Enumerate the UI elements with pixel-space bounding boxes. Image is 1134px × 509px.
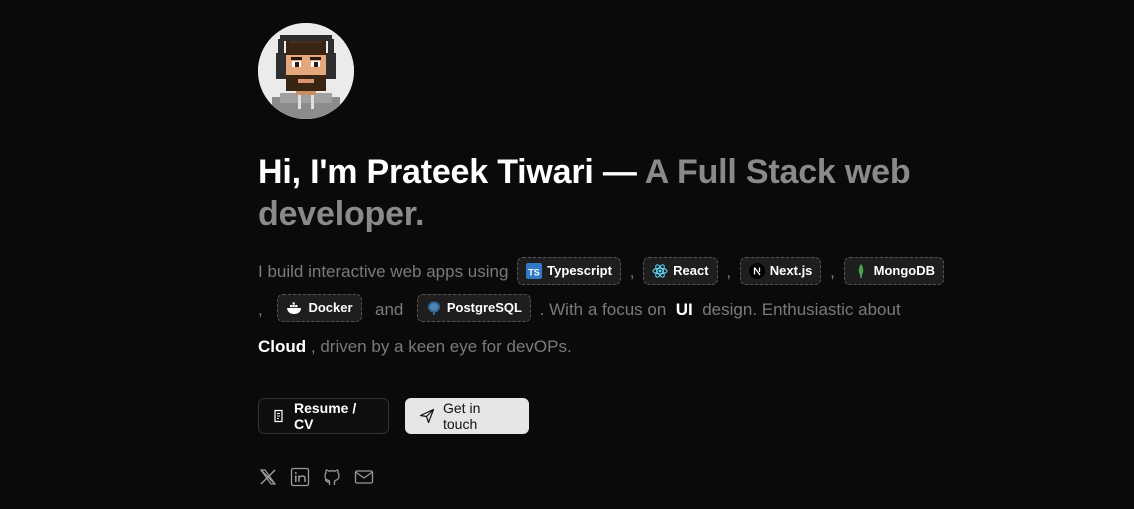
bio-ending: , driven by a keen eye for devOPs.	[310, 337, 572, 356]
nextjs-icon	[748, 262, 765, 279]
document-icon	[274, 409, 283, 422]
tech-chip-nextjs[interactable]: Next.js	[739, 256, 822, 285]
bio-focus-post: design. Enthusiastic about	[702, 299, 901, 319]
react-icon	[652, 263, 668, 278]
separator-comma: ,	[629, 262, 635, 281]
resume-button-label: Resume / CV	[294, 399, 357, 432]
bio-paragraph: I build interactive web apps using TS Ty…	[258, 253, 968, 366]
separator-and: and	[375, 299, 404, 319]
separator-comma: ,	[726, 262, 732, 281]
tech-chip-postgresql[interactable]: PostgreSQL	[416, 294, 531, 323]
tech-chip-mongodb[interactable]: MongoDB	[843, 256, 944, 285]
tech-chip-label: Typescript	[547, 262, 612, 278]
docker-icon	[287, 302, 302, 315]
postgresql-icon	[427, 301, 440, 316]
tech-chip-docker[interactable]: Docker	[277, 294, 362, 323]
bio-intro: I build interactive web apps using	[258, 262, 509, 281]
separator-comma: ,	[830, 262, 835, 281]
hero-section: Hi, I'm Prateek Tiwari — A Full Stack we…	[258, 23, 978, 487]
resume-button[interactable]: Resume / CV	[258, 397, 389, 434]
social-links	[258, 467, 978, 487]
action-buttons: Resume / CV Get in touch	[258, 397, 978, 434]
bio-focus-pre: . With a focus on	[539, 299, 667, 319]
bio-focus-word: UI	[675, 299, 693, 319]
tech-chip-label: PostgreSQL	[446, 300, 522, 316]
tech-chip-label: React	[673, 262, 709, 278]
bio-cloud-word: Cloud	[258, 337, 307, 356]
get-in-touch-label: Get in touch	[443, 399, 481, 432]
linkedin-icon[interactable]	[290, 467, 310, 487]
tech-chip-react[interactable]: React	[643, 256, 718, 285]
avatar	[258, 23, 354, 119]
tech-chip-label: Docker	[308, 300, 353, 316]
x-icon[interactable]	[258, 467, 278, 487]
send-icon	[419, 408, 435, 423]
tech-chip-typescript[interactable]: TS Typescript	[517, 256, 621, 285]
get-in-touch-button[interactable]: Get in touch	[405, 397, 529, 434]
hero-heading: Hi, I'm Prateek Tiwari — A Full Stack we…	[258, 151, 978, 235]
tech-chip-label: Next.js	[769, 262, 813, 278]
mail-icon[interactable]	[354, 467, 374, 487]
separator-comma: ,	[258, 299, 263, 319]
tech-chip-label: MongoDB	[873, 262, 935, 278]
svg-text:TS: TS	[528, 267, 540, 277]
mongodb-icon	[858, 263, 863, 278]
hero-lead: Hi, I'm Prateek Tiwari —	[258, 153, 645, 191]
github-icon[interactable]	[322, 467, 342, 487]
typescript-icon: TS	[526, 262, 543, 279]
